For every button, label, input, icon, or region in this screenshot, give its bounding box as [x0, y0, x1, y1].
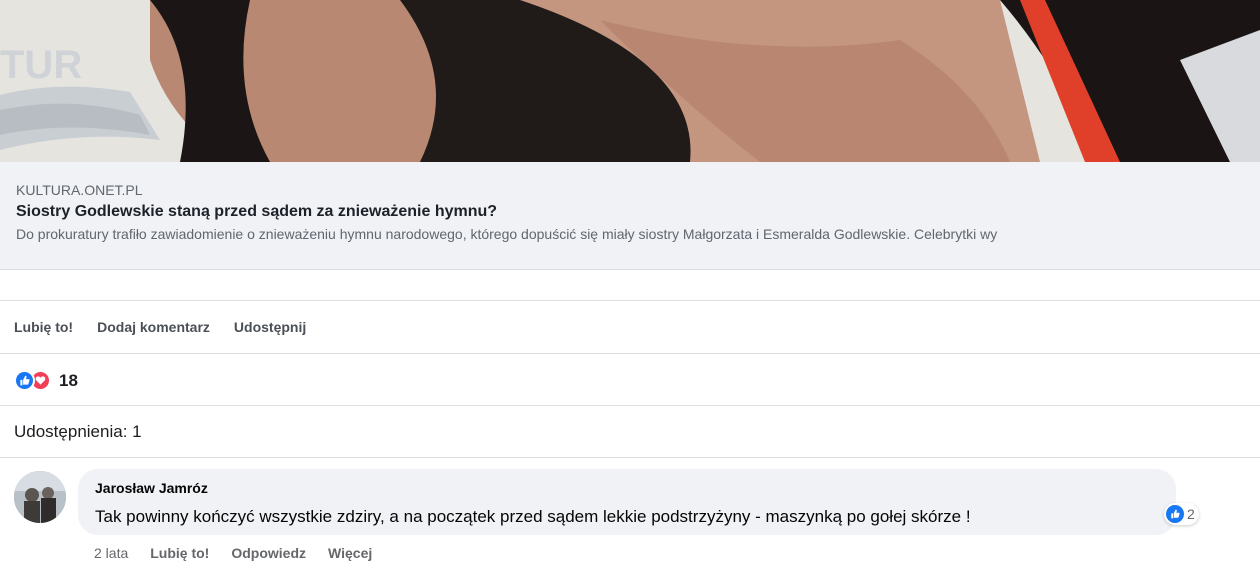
watermark-text: TUR: [0, 43, 82, 87]
comment-reactions-badge[interactable]: 2: [1164, 503, 1199, 525]
shares-count[interactable]: Udostępnienia: 1: [14, 422, 142, 442]
comment-text: Tak powinny kończyć wszystkie zdziry, a …: [95, 507, 971, 526]
link-description: Do prokuratury trafiło zawiadomienie o z…: [16, 226, 998, 242]
article-photo: TUR: [0, 0, 1260, 162]
divider: [0, 353, 1260, 354]
link-preview-image[interactable]: TUR: [0, 0, 1260, 162]
share-button[interactable]: Udostępnij: [234, 319, 306, 335]
divider: [0, 300, 1260, 301]
comment-bubble: Jarosław Jamróz Tak powinny kończyć wszy…: [78, 469, 1176, 535]
reaction-count: 18: [59, 370, 78, 390]
divider: [0, 405, 1260, 406]
comment-like-count: 2: [1187, 506, 1195, 522]
add-comment-button[interactable]: Dodaj komentarz: [97, 319, 210, 335]
like-button[interactable]: Lubię to!: [14, 319, 73, 335]
comment-author[interactable]: Jarosław Jamróz: [95, 480, 208, 496]
comment-timestamp[interactable]: 2 lata: [94, 545, 128, 561]
avatar[interactable]: [14, 471, 66, 523]
comment-more-button[interactable]: Więcej: [328, 545, 372, 561]
divider: [0, 457, 1260, 458]
link-title[interactable]: Siostry Godlewskie staną przed sądem za …: [16, 203, 497, 221]
like-icon: [1166, 505, 1184, 523]
reactions-summary[interactable]: 18: [14, 370, 78, 391]
link-preview-card[interactable]: KULTURA.ONET.PL Siostry Godlewskie staną…: [0, 162, 1260, 270]
link-domain: KULTURA.ONET.PL: [16, 182, 143, 198]
comment-meta: 2 lata Lubię to! Odpowiedz Więcej: [94, 545, 394, 561]
post-actions-bar: Lubię to! Dodaj komentarz Udostępnij: [14, 319, 330, 335]
like-icon: [14, 370, 35, 391]
comment-reply-button[interactable]: Odpowiedz: [231, 545, 306, 561]
comment-like-button[interactable]: Lubię to!: [150, 545, 209, 561]
